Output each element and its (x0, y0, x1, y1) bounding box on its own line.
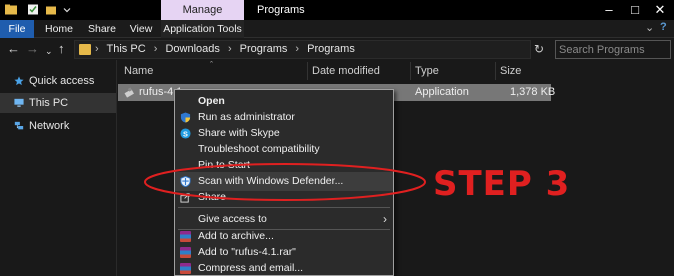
sidebar-item-network[interactable]: Network (0, 116, 116, 136)
forward-icon[interactable]: → (26, 41, 39, 57)
breadcrumb: › This PC › Downloads › Programs › Progr… (95, 43, 360, 55)
menu-item-label: Give access to (198, 213, 267, 225)
close-icon[interactable]: ✕ (648, 0, 672, 20)
new-folder-icon[interactable] (45, 3, 57, 16)
back-icon[interactable]: ← (7, 41, 20, 57)
menu-item-label: Share with Skype (198, 127, 280, 139)
column-header-type[interactable]: Type (415, 65, 439, 77)
file-type: Application (415, 86, 469, 98)
breadcrumb-programs[interactable]: Programs (240, 43, 288, 55)
folder-icon (5, 4, 17, 15)
tab-home[interactable]: Home (43, 20, 75, 38)
sort-indicator-icon: ˆ (210, 60, 213, 70)
search-box[interactable] (555, 40, 671, 59)
pane-divider[interactable] (116, 60, 117, 276)
chevron-down-icon[interactable] (61, 3, 73, 16)
file-size: 1,378 KB (510, 86, 556, 98)
winrar-icon (180, 247, 191, 258)
window-title: Programs (257, 4, 305, 16)
navigation-bar: ← → ⌄ ↑ › This PC › Downloads › Programs… (0, 38, 674, 60)
menu-item-label: Pin to Start (198, 159, 250, 171)
menu-item-label: Open (198, 95, 225, 107)
sidebar-item-label: This PC (29, 97, 69, 109)
breadcrumb-downloads[interactable]: Downloads (165, 43, 219, 55)
up-icon[interactable]: ↑ (58, 41, 65, 57)
column-divider[interactable] (495, 62, 496, 80)
defender-shield-icon (180, 176, 191, 187)
sidebar-item-quick-access[interactable]: Quick access (0, 71, 116, 91)
menu-item-label: Scan with Windows Defender... (198, 175, 344, 187)
menu-item-label: Troubleshoot compatibility (198, 143, 320, 155)
menu-separator (178, 207, 390, 208)
recent-locations-icon[interactable]: ⌄ (45, 43, 53, 59)
sidebar-item-this-pc[interactable]: This PC (0, 93, 116, 113)
computer-icon (14, 98, 24, 107)
chevron-right-icon: › (295, 43, 300, 55)
share-icon (180, 193, 190, 203)
refresh-icon[interactable]: ↻ (534, 42, 544, 56)
expand-ribbon-icon[interactable]: ⌄ (645, 21, 654, 34)
maximize-icon[interactable]: □ (623, 0, 647, 20)
tab-share[interactable]: Share (86, 20, 118, 38)
minimize-icon[interactable]: – (597, 0, 621, 20)
svg-text:S: S (183, 129, 188, 138)
column-divider[interactable] (410, 62, 411, 80)
address-bar[interactable]: › This PC › Downloads › Programs › Progr… (74, 40, 599, 59)
properties-icon[interactable] (27, 3, 39, 16)
tab-file[interactable]: File (0, 20, 34, 38)
star-icon (14, 76, 24, 86)
usb-drive-icon (124, 87, 134, 98)
manage-context-tab[interactable]: Manage (161, 0, 244, 20)
menu-item-share[interactable]: Share (175, 188, 393, 207)
search-input[interactable] (559, 42, 667, 57)
network-icon (14, 121, 24, 130)
breadcrumb-programs-current[interactable]: Programs (307, 43, 355, 55)
menu-item-label: Add to "rufus-4.1.rar" (198, 246, 296, 258)
title-bar: Manage Programs – □ ✕ (0, 0, 674, 20)
menu-item-label: Add to archive... (198, 230, 274, 242)
context-menu: Open Run as administrator S Share with S… (174, 89, 394, 276)
menu-item-compress-and-email[interactable]: Compress and email... (175, 259, 393, 275)
menu-item-label: Share (198, 191, 227, 203)
winrar-icon (180, 231, 191, 242)
tab-application-tools[interactable]: Application Tools (161, 20, 244, 38)
column-header-size[interactable]: Size (500, 65, 521, 77)
chevron-right-icon: › (95, 43, 99, 55)
ribbon-tabs: File Home Share View Application Tools ⌄… (0, 20, 674, 38)
step-label: STEP 3 (433, 164, 571, 204)
winrar-icon (180, 263, 191, 274)
navigation-pane: Quick access This PC Network (0, 60, 116, 276)
uac-shield-icon (180, 112, 191, 123)
help-icon[interactable]: ? (660, 21, 667, 33)
menu-item-label: Run as administrator (198, 111, 295, 123)
chevron-right-icon: › (227, 43, 232, 55)
sidebar-item-label: Quick access (29, 75, 95, 87)
skype-icon: S (180, 128, 191, 139)
menu-item-label: Compress and email... (198, 262, 304, 274)
sidebar-item-label: Network (29, 120, 70, 132)
breadcrumb-this-pc[interactable]: This PC (107, 43, 146, 55)
column-header-name[interactable]: Name (124, 65, 153, 77)
folder-icon (79, 44, 91, 55)
tab-view[interactable]: View (127, 20, 155, 38)
column-divider[interactable] (307, 62, 308, 80)
chevron-right-icon: › (153, 43, 158, 55)
column-header-date-modified[interactable]: Date modified (312, 65, 380, 77)
